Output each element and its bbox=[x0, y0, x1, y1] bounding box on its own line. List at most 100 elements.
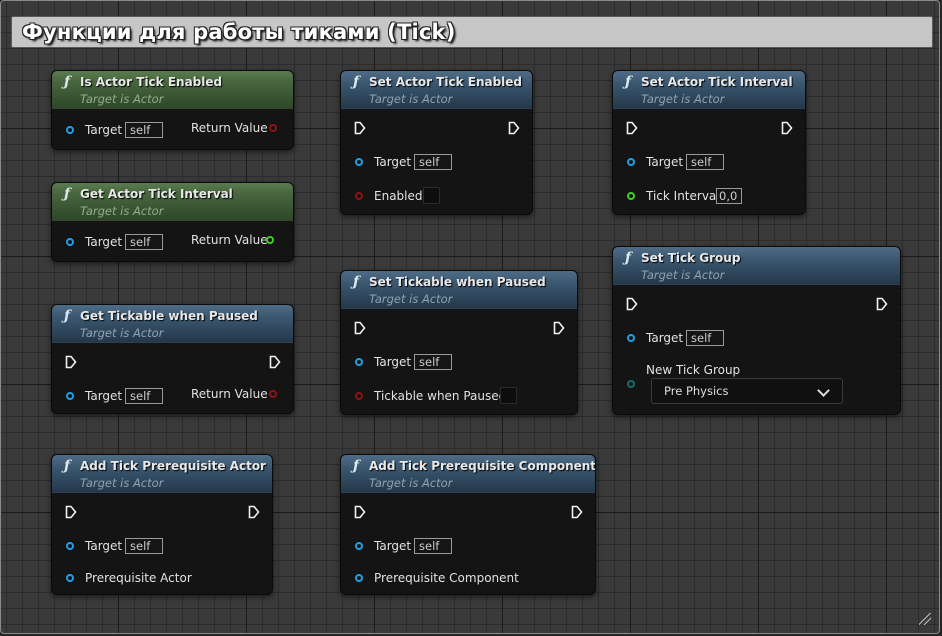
resize-grip-icon[interactable] bbox=[919, 613, 931, 625]
target-value-field[interactable]: self bbox=[686, 154, 724, 170]
node-get-actor-tick-interval[interactable]: ƒ Get Actor Tick Interval Target is Acto… bbox=[51, 182, 294, 262]
tickable-when-paused-checkbox[interactable] bbox=[500, 387, 517, 404]
exec-out-pin-icon[interactable] bbox=[269, 355, 281, 369]
node-header: ƒ Get Tickable when Paused Target is Act… bbox=[52, 305, 293, 343]
node-subtitle: Target is Actor bbox=[80, 204, 164, 218]
node-header: ƒ Add Tick Prerequisite Component Target… bbox=[341, 455, 595, 493]
prerequisite-component-label: Prerequisite Component bbox=[374, 571, 519, 585]
exec-in-pin-icon[interactable] bbox=[354, 121, 366, 135]
node-title: Is Actor Tick Enabled bbox=[80, 75, 223, 89]
node-title: Get Tickable when Paused bbox=[80, 309, 258, 323]
target-pin[interactable] bbox=[66, 392, 74, 400]
node-subtitle: Target is Actor bbox=[641, 268, 725, 282]
node-header: ƒ Set Tick Group Target is Actor bbox=[613, 247, 900, 285]
new-tick-group-label: New Tick Group bbox=[646, 363, 741, 377]
target-label: Target bbox=[646, 331, 684, 345]
node-header: ƒ Set Actor Tick Interval Target is Acto… bbox=[613, 71, 805, 109]
exec-in-pin-icon[interactable] bbox=[65, 355, 77, 369]
target-value-field[interactable]: self bbox=[125, 234, 163, 250]
exec-out-pin-icon[interactable] bbox=[248, 505, 260, 519]
target-value-field[interactable]: self bbox=[125, 388, 163, 404]
enabled-checkbox[interactable] bbox=[423, 187, 440, 204]
target-value-field[interactable]: self bbox=[414, 154, 452, 170]
tick-interval-label: Tick Interval bbox=[646, 189, 720, 203]
target-pin[interactable] bbox=[66, 238, 74, 246]
exec-in-pin-icon[interactable] bbox=[354, 321, 366, 335]
tick-interval-pin[interactable] bbox=[627, 192, 635, 200]
node-header: ƒ Add Tick Prerequisite Actor Target is … bbox=[52, 455, 272, 493]
target-value-field[interactable]: self bbox=[414, 538, 452, 554]
exec-out-pin-icon[interactable] bbox=[781, 121, 793, 135]
return-value-pin[interactable] bbox=[266, 236, 274, 244]
function-icon: ƒ bbox=[64, 74, 71, 90]
comment-box-header[interactable]: Функции для работы тиками (Tick) bbox=[11, 16, 933, 48]
tick-group-selected-value: Pre Physics bbox=[664, 384, 729, 398]
chevron-down-icon bbox=[817, 384, 830, 397]
node-add-tick-prerequisite-component[interactable]: ƒ Add Tick Prerequisite Component Target… bbox=[340, 454, 596, 595]
target-pin[interactable] bbox=[66, 542, 74, 550]
function-icon: ƒ bbox=[64, 308, 71, 324]
prerequisite-component-pin[interactable] bbox=[355, 574, 363, 582]
exec-out-pin-icon[interactable] bbox=[876, 297, 888, 311]
exec-out-pin-icon[interactable] bbox=[571, 505, 583, 519]
exec-out-pin-icon[interactable] bbox=[553, 321, 565, 335]
target-label: Target bbox=[85, 235, 123, 249]
node-set-tickable-when-paused[interactable]: ƒ Set Tickable when Paused Target is Act… bbox=[340, 270, 578, 415]
node-header: ƒ Set Tickable when Paused Target is Act… bbox=[341, 271, 577, 309]
node-get-tickable-when-paused[interactable]: ƒ Get Tickable when Paused Target is Act… bbox=[51, 304, 294, 414]
function-icon: ƒ bbox=[64, 458, 71, 474]
node-title: Set Actor Tick Enabled bbox=[369, 75, 523, 89]
node-subtitle: Target is Actor bbox=[641, 92, 725, 106]
exec-in-pin-icon[interactable] bbox=[626, 121, 638, 135]
target-label: Target bbox=[85, 539, 123, 553]
tickable-when-paused-label: Tickable when Paused bbox=[374, 389, 507, 403]
blueprint-graph-canvas[interactable]: Функции для работы тиками (Tick) ƒ Is Ac… bbox=[0, 0, 940, 634]
target-label: Target bbox=[374, 355, 412, 369]
node-add-tick-prerequisite-actor[interactable]: ƒ Add Tick Prerequisite Actor Target is … bbox=[51, 454, 273, 595]
node-subtitle: Target is Actor bbox=[80, 476, 164, 490]
node-is-actor-tick-enabled[interactable]: ƒ Is Actor Tick Enabled Target is Actor … bbox=[51, 70, 294, 150]
target-pin[interactable] bbox=[627, 158, 635, 166]
node-title: Add Tick Prerequisite Actor bbox=[80, 459, 266, 473]
exec-in-pin-icon[interactable] bbox=[354, 505, 366, 519]
target-pin[interactable] bbox=[355, 542, 363, 550]
node-set-actor-tick-interval[interactable]: ƒ Set Actor Tick Interval Target is Acto… bbox=[612, 70, 806, 215]
target-value-field[interactable]: self bbox=[125, 122, 163, 138]
enabled-pin[interactable] bbox=[355, 192, 363, 200]
function-icon: ƒ bbox=[353, 458, 360, 474]
exec-out-pin-icon[interactable] bbox=[508, 121, 520, 135]
node-subtitle: Target is Actor bbox=[369, 476, 453, 490]
node-header: ƒ Set Actor Tick Enabled Target is Actor bbox=[341, 71, 532, 109]
return-value-pin[interactable] bbox=[269, 390, 277, 398]
node-subtitle: Target is Actor bbox=[80, 92, 164, 106]
return-value-label: Return Value bbox=[191, 121, 268, 135]
comment-title[interactable]: Функции для работы тиками (Tick) bbox=[22, 20, 456, 44]
node-set-actor-tick-enabled[interactable]: ƒ Set Actor Tick Enabled Target is Actor… bbox=[340, 70, 533, 215]
new-tick-group-pin[interactable] bbox=[627, 380, 635, 388]
exec-in-pin-icon[interactable] bbox=[626, 297, 638, 311]
function-icon: ƒ bbox=[353, 74, 360, 90]
node-header: ƒ Is Actor Tick Enabled Target is Actor bbox=[52, 71, 293, 109]
tickable-when-paused-pin[interactable] bbox=[355, 392, 363, 400]
target-value-field[interactable]: self bbox=[686, 330, 724, 346]
node-title: Set Tickable when Paused bbox=[369, 275, 546, 289]
target-pin[interactable] bbox=[355, 158, 363, 166]
tick-interval-value-field[interactable]: 0,0 bbox=[716, 188, 742, 204]
prerequisite-actor-label: Prerequisite Actor bbox=[85, 571, 192, 585]
target-label: Target bbox=[85, 123, 123, 137]
function-icon: ƒ bbox=[625, 250, 632, 266]
target-value-field[interactable]: self bbox=[414, 354, 452, 370]
node-set-tick-group[interactable]: ƒ Set Tick Group Target is Actor Target … bbox=[612, 246, 901, 415]
target-label: Target bbox=[374, 155, 412, 169]
tick-group-dropdown[interactable]: Pre Physics bbox=[651, 378, 843, 404]
target-label: Target bbox=[374, 539, 412, 553]
exec-in-pin-icon[interactable] bbox=[65, 505, 77, 519]
target-pin[interactable] bbox=[627, 334, 635, 342]
target-pin[interactable] bbox=[355, 358, 363, 366]
return-value-pin[interactable] bbox=[269, 124, 277, 132]
enabled-label: Enabled bbox=[374, 189, 423, 203]
node-subtitle: Target is Actor bbox=[369, 292, 453, 306]
prerequisite-actor-pin[interactable] bbox=[66, 574, 74, 582]
target-value-field[interactable]: self bbox=[125, 538, 163, 554]
target-pin[interactable] bbox=[66, 126, 74, 134]
